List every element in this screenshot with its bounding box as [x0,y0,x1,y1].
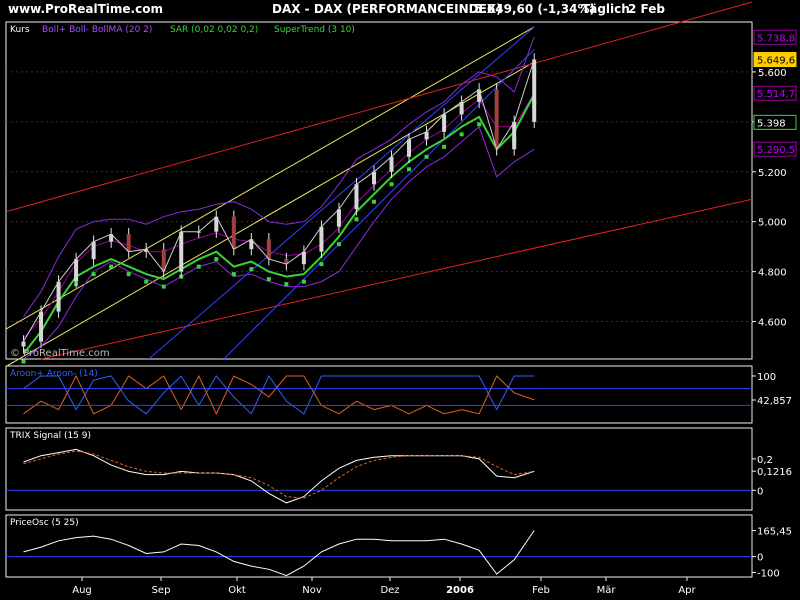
sar-point [126,272,131,277]
price-bar-body [74,259,79,282]
x-tick-label: Dez [380,585,399,596]
instrument-title: DAX - DAX (PERFORMANCEINDEX) [272,2,502,16]
sar-point [144,279,149,284]
sar-point [284,282,289,287]
sar-point [21,359,26,364]
tick-label: -100 [757,568,780,579]
x-tick-label: Sep [152,585,171,596]
price-tick-label: 5.600 [758,68,787,79]
legend-trix: TRIX Signal (15 9) [9,431,91,441]
sar-point [161,284,166,289]
watermark: © ProRealTime.com [10,348,110,359]
price-bar-body [126,234,131,252]
price-bar-body [301,251,306,265]
price-bar-body [371,171,376,185]
x-tick-label: Feb [532,585,550,596]
x-tick-label: Okt [228,585,246,596]
site-label[interactable]: www.ProRealTime.com [8,2,163,16]
value-tag-label: 5.649,6 [757,56,795,67]
sar-point [371,199,376,204]
price-bar-body [354,184,359,210]
tick-label: 0,2 [757,455,773,466]
sar-point [424,154,429,159]
tick-label: 0 [757,486,763,497]
price-bar-body [266,239,271,260]
value-tag-label: 5.398 [757,118,786,129]
tick-label: 0,1216 [757,467,792,478]
sar-point [389,182,394,187]
x-tick-label: Mär [597,585,617,596]
tick-label: 100 [757,372,776,383]
sar-point [354,217,359,222]
price-bar-body [459,101,464,115]
sar-point [407,167,412,172]
legend-aroon: Aroon+ Aroon- (14) [10,369,98,379]
x-tick-label: Nov [302,585,322,596]
sar-point [477,122,482,127]
sar-point [319,262,324,267]
sar-point [214,257,219,262]
sar-point [442,144,447,149]
price-bar-body [231,216,236,250]
quote-label: 5.649,60 (-1,34%) [474,2,595,16]
sar-point [336,242,341,247]
value-tag-label: 5.290,5 [757,145,795,156]
sar-point [249,267,254,272]
price-bar-body [494,89,499,150]
price-bar-body [21,341,26,347]
legend-priceosc: PriceOsc (5 25) [10,518,79,528]
value-tag-label: 5.738,8 [757,33,795,44]
x-tick-label: Apr [678,585,696,596]
price-bar-body [39,311,44,342]
price-bar-body [336,209,341,227]
legend-supertrend: SuperTrend (3 10) [274,25,355,35]
value-tag-label: 5.514,7 [757,89,795,100]
sar-point [266,277,271,282]
price-bar-body [56,281,61,312]
price-bar-body [442,114,447,132]
price-bar-body [512,121,517,150]
x-tick-label: Aug [72,585,92,596]
price-tick-label: 5.000 [758,218,787,229]
sar-point [301,279,306,284]
legend-kurs: Kurs [10,25,30,35]
sar-point [91,272,96,277]
sar-point [459,132,464,137]
sar-point [231,272,236,277]
sar-point [109,264,114,269]
chart-canvas: www.ProRealTime.com DAX - DAX (PERFORMAN… [0,0,800,600]
sar-point [196,264,201,269]
price-bar-body [389,156,394,172]
period-label: Täglich [582,2,630,16]
x-tick-label: 2006 [446,585,474,596]
date-label: 2 Feb [628,2,665,16]
tick-label: 0 [757,553,763,564]
tick-label: 42,857 [757,396,792,407]
price-tick-label: 4.600 [758,318,787,329]
price-tick-label: 4.800 [758,268,787,279]
price-bar-body [424,131,429,140]
price-bar-body [532,59,537,122]
price-bar-body [91,241,96,260]
price-bar-body [319,226,324,252]
price-tick-label: 5.200 [758,168,787,179]
price-bar-body [179,231,184,272]
price-bar-body [407,139,412,157]
legend-bollinger: Boll+ Boll- BollMA (20 2) [42,25,152,35]
tick-label: 165,45 [757,526,792,537]
legend-sar: SAR (0,02 0,02 0,2) [170,25,258,35]
